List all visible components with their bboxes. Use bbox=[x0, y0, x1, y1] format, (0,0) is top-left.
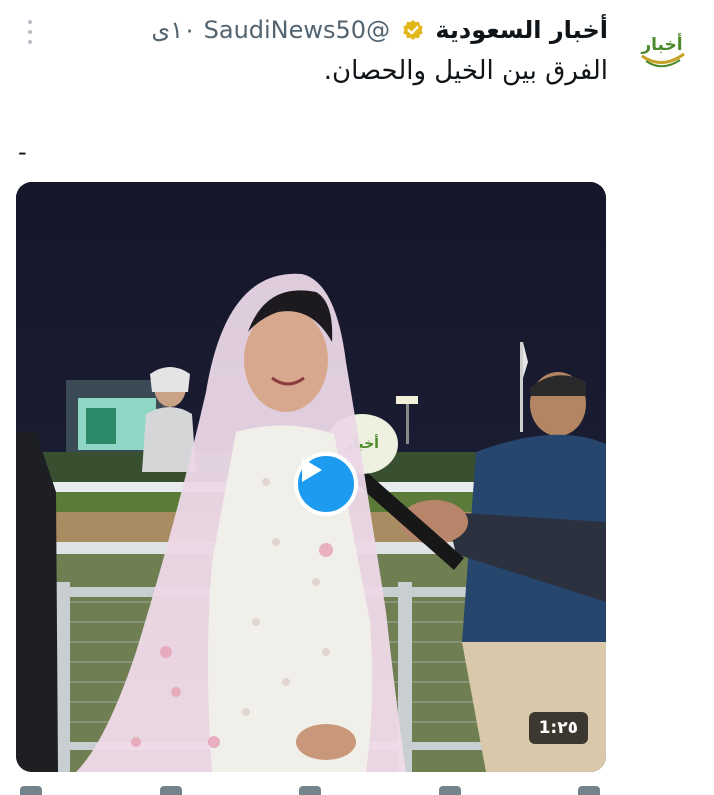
tweet-text: الفرق بين الخيل والحصان. bbox=[323, 56, 608, 86]
author-name[interactable]: أخبار السعودية bbox=[435, 16, 608, 44]
tweet-actions-bar bbox=[20, 786, 600, 795]
logo-text: أخبار bbox=[640, 33, 682, 55]
views-icon[interactable] bbox=[438, 786, 461, 795]
avatar[interactable]: أخبار bbox=[628, 14, 696, 82]
saudi-news-logo: أخبار bbox=[628, 14, 696, 82]
retweet-icon[interactable] bbox=[159, 786, 182, 795]
verified-badge-icon bbox=[402, 20, 423, 40]
video-duration-badge: 1:٢٥ bbox=[528, 712, 588, 744]
play-button[interactable] bbox=[294, 452, 358, 516]
play-icon bbox=[302, 458, 322, 482]
tweet-header: أخبار السعودية @SaudiNews50 ١٠ى bbox=[48, 14, 608, 46]
share-icon[interactable] bbox=[578, 786, 600, 795]
author-handle[interactable]: @SaudiNews50 bbox=[204, 16, 390, 44]
tweet-time[interactable]: ١٠ى bbox=[151, 16, 196, 44]
tweet-extra-line: - bbox=[18, 138, 27, 166]
reply-icon[interactable] bbox=[20, 786, 42, 795]
like-icon[interactable] bbox=[299, 786, 321, 795]
video-player[interactable]: أخبار 1:٢٥ bbox=[16, 182, 606, 772]
more-options-icon[interactable] bbox=[20, 20, 40, 44]
